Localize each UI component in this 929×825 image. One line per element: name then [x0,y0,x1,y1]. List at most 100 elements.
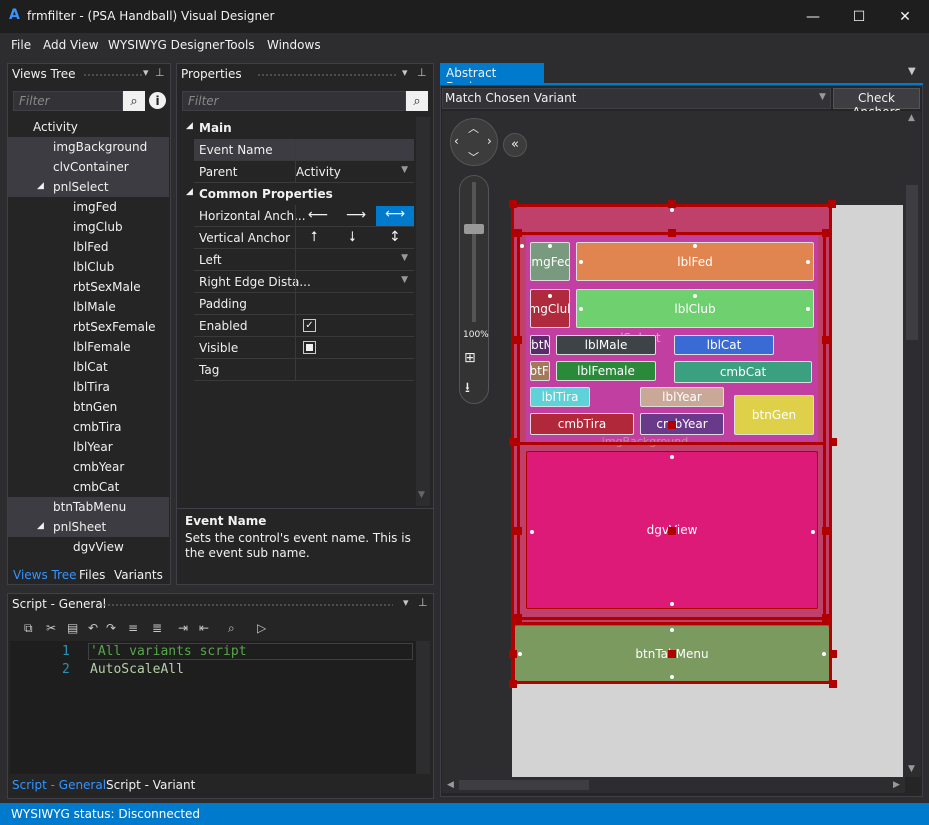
tree-item[interactable]: lblCat [8,357,169,377]
cut-icon[interactable]: ✂ [46,621,60,635]
resize-handle[interactable] [514,336,522,344]
tree-item[interactable]: imgFed [8,197,169,217]
pan-up-icon[interactable]: ︿ [468,120,479,136]
tree-item[interactable]: lblMale [8,297,169,317]
dropdown-icon[interactable]: ▾ [403,596,409,609]
tree-item[interactable]: lblYear [8,437,169,457]
tree-item[interactable]: lblClub [8,257,169,277]
menu-wysiwyg-designer[interactable]: WYSIWYG Designer [108,38,224,52]
code-editor[interactable] [10,641,416,774]
anchor-right-icon[interactable]: ⟶ [346,207,366,223]
resize-handle[interactable] [668,650,676,658]
uncomment-icon[interactable]: ≣ [152,621,166,635]
resize-handle[interactable] [822,229,830,237]
visible-checkbox[interactable] [303,341,316,354]
tree-item[interactable]: ◢ pnlSheet [8,517,169,537]
prop-horizontal-anchor[interactable]: Horizontal Anch... ⟵ ⟶ ⟷ [194,205,414,227]
section-common-properties[interactable]: ◢ Common Properties [182,183,414,205]
chevron-down-icon[interactable]: ▼ [819,92,826,102]
anchor-both-icon[interactable]: ⟷ [376,206,414,226]
tab-variants[interactable]: Variants [114,568,163,582]
undo-icon[interactable]: ↶ [88,621,102,635]
properties-scrollbar[interactable] [416,117,430,506]
run-icon[interactable]: ▷ [257,621,271,635]
prop-tag[interactable]: Tag [194,359,414,381]
pin-icon[interactable]: ⊥ [417,66,427,79]
tab-views-tree[interactable]: Views Tree [13,568,77,582]
tree-item[interactable]: lblFed [8,237,169,257]
collapse-icon[interactable]: ◢ [186,121,193,131]
resize-handle[interactable] [514,527,522,535]
enabled-checkbox[interactable]: ✓ [303,319,316,332]
code-line[interactable]: AutoScaleAll [90,662,184,677]
expand-icon[interactable]: ◢ [37,521,44,531]
chevron-down-icon[interactable]: ▼ [401,253,408,263]
redo-icon[interactable]: ↷ [106,621,120,635]
tree-item[interactable]: ◢ pnlSelect [8,177,169,197]
tab-script-general[interactable]: Script - General [12,778,106,792]
tree-item[interactable]: btnGen [8,397,169,417]
prop-visible[interactable]: Visible [194,337,414,359]
check-anchors-button[interactable]: Check Anchors [833,88,920,119]
download-icon[interactable]: ⭳ [465,377,470,401]
search-icon[interactable]: ⌕ [123,91,145,111]
resize-handle[interactable] [509,438,517,446]
resize-handle[interactable] [514,614,522,622]
dropdown-icon[interactable]: ▾ [143,66,149,79]
scroll-left-icon[interactable]: ◀ [447,780,454,790]
resize-handle[interactable] [668,200,676,208]
resize-handle[interactable] [514,229,522,237]
tab-abstract-designer[interactable]: Abstract Designer [440,63,544,94]
indent-icon[interactable]: ⇥ [178,621,192,635]
pin-icon[interactable]: ⊥ [418,596,428,609]
outdent-icon[interactable]: ⇤ [199,621,213,635]
tree-item[interactable]: clvContainer [8,157,169,177]
script-scrollbar[interactable] [416,641,430,774]
resize-handle[interactable] [509,680,517,688]
paste-icon[interactable]: ▤ [67,621,81,635]
scroll-down-icon[interactable]: ▼ [418,490,425,500]
chevron-down-icon[interactable]: ▼ [401,165,408,175]
menu-file[interactable]: File [11,38,31,52]
info-icon[interactable]: i [149,92,166,109]
resize-handle[interactable] [829,650,837,658]
resize-handle[interactable] [668,229,676,237]
pan-left-icon[interactable]: ‹ [454,134,459,148]
prop-parent[interactable]: Parent Activity ▼ [194,161,414,183]
resize-handle[interactable] [509,200,517,208]
tree-item[interactable]: cmbYear [8,457,169,477]
scroll-right-icon[interactable]: ▶ [893,780,900,790]
resize-handle[interactable] [509,650,517,658]
collapse-toolbar-icon[interactable]: « [503,133,527,157]
find-icon[interactable]: ⌕ [228,621,242,635]
tab-script-variant[interactable]: Script - Variant [106,778,195,792]
menu-tools[interactable]: Tools [225,38,255,52]
pan-control[interactable]: ︿ ﹀ ‹ › [450,118,498,166]
views-tree-filter-input[interactable]: Filter [13,91,123,111]
vertical-scroll-thumb[interactable] [906,185,918,340]
resize-handle[interactable] [822,527,830,535]
menu-windows[interactable]: Windows [267,38,321,52]
search-icon[interactable]: ⌕ [406,91,428,111]
prop-event-name[interactable]: Event Name [194,139,414,161]
anchor-left-icon[interactable]: ⟵ [308,207,328,223]
resize-handle[interactable] [668,527,676,535]
chevron-down-icon[interactable]: ▼ [401,275,408,285]
prop-vertical-anchor[interactable]: Vertical Anchor ⭡ ⭣ ↕ [194,227,414,249]
code-line[interactable]: 'All variants script [90,644,247,659]
prop-padding[interactable]: Padding [194,293,414,315]
resize-handle[interactable] [822,614,830,622]
tab-files[interactable]: Files [79,568,105,582]
zoom-slider-track[interactable] [472,182,476,322]
pan-right-icon[interactable]: › [487,134,492,148]
close-button[interactable]: ✕ [882,0,928,33]
zoom-slider-thumb[interactable] [464,224,484,234]
tree-item[interactable]: rbtSexMale [8,277,169,297]
resize-handle[interactable] [829,438,837,446]
anchor-bottom-icon[interactable]: ⭣ [349,229,356,245]
scroll-up-icon[interactable]: ▲ [908,113,915,123]
tree-item[interactable]: lblFemale [8,337,169,357]
tree-item[interactable]: cmbCat [8,477,169,497]
panel-grip[interactable] [83,73,143,77]
tree-item[interactable]: Activity [8,117,169,137]
